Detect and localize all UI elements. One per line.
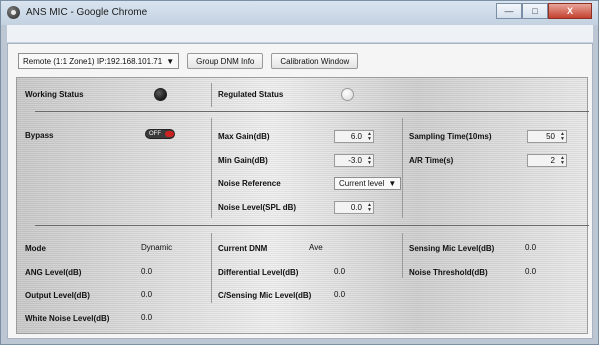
bypass-toggle-knob <box>165 131 174 137</box>
output-level-value: 0.0 <box>141 290 153 299</box>
working-status-led <box>154 88 167 101</box>
noise-threshold-label: Noise Threshold(dB) <box>409 268 488 277</box>
bypass-toggle[interactable]: OFF <box>145 129 175 139</box>
sensing-mic-level-value: 0.0 <box>525 243 537 252</box>
noise-level-spinbox[interactable]: 0.0 ▲ ▼ <box>334 201 374 214</box>
spin-down-icon[interactable]: ▼ <box>560 136 565 142</box>
noise-level-label: Noise Level(SPL dB) <box>218 203 297 212</box>
min-gain-label: Min Gain(dB) <box>218 156 268 165</box>
noise-threshold-value: 0.0 <box>525 267 537 276</box>
chevron-down-icon: ▼ <box>388 179 397 188</box>
readouts-divider-left <box>211 233 212 303</box>
calibration-window-button[interactable]: Calibration Window <box>271 53 359 69</box>
browser-strip <box>7 25 593 43</box>
ang-level-value: 0.0 <box>141 267 153 276</box>
page-content: Remote (1:1 Zone1) IP:192.168.101.71 ▼ G… <box>7 43 593 339</box>
differential-level-value: 0.0 <box>334 267 346 276</box>
ar-time-value: 2 <box>550 156 555 165</box>
readouts-divider-right <box>402 233 403 278</box>
current-dnm-label: Current DNM <box>218 244 268 253</box>
close-icon: X <box>566 6 573 16</box>
spin-down-icon[interactable]: ▼ <box>367 207 372 213</box>
noise-reference-dropdown[interactable]: Current level ▼ <box>334 177 402 190</box>
sampling-time-label: Sampling Time(10ms) <box>409 132 492 141</box>
output-level-label: Output Level(dB) <box>25 291 90 300</box>
window-controls: — □ X <box>496 3 592 19</box>
maximize-icon: □ <box>532 6 538 16</box>
sensing-mic-level-label: Sensing Mic Level(dB) <box>409 244 495 253</box>
c-sensing-mic-level-label: C/Sensing Mic Level(dB) <box>218 291 312 300</box>
chevron-down-icon: ▼ <box>166 56 175 66</box>
noise-reference-value: Current level <box>339 179 385 188</box>
device-select[interactable]: Remote (1:1 Zone1) IP:192.168.101.71 ▼ <box>18 53 180 69</box>
minimize-button[interactable]: — <box>496 3 522 19</box>
regulated-status-label: Regulated Status <box>218 90 284 99</box>
bypass-label: Bypass <box>25 131 54 140</box>
settings-divider-left <box>211 118 212 218</box>
white-noise-level-value: 0.0 <box>141 313 153 322</box>
mode-value: Dynamic <box>141 243 173 252</box>
noise-reference-label: Noise Reference <box>218 179 281 188</box>
group-dnm-info-button[interactable]: Group DNM Info <box>187 53 264 69</box>
current-dnm-value: Ave <box>309 243 323 252</box>
device-select-value: Remote (1:1 Zone1) IP:192.168.101.71 <box>23 56 163 66</box>
max-gain-value: 6.0 <box>350 132 362 141</box>
title-bar[interactable]: ANS MIC - Google Chrome — □ X <box>1 1 598 25</box>
spin-down-icon[interactable]: ▼ <box>560 160 565 166</box>
settings-divider-right <box>402 118 403 218</box>
max-gain-spinbox[interactable]: 6.0 ▲ ▼ <box>334 130 374 143</box>
c-sensing-mic-level-value: 0.0 <box>334 290 346 299</box>
max-gain-label: Max Gain(dB) <box>218 132 270 141</box>
sampling-time-value: 50 <box>546 132 555 141</box>
section-divider-bottom <box>35 225 589 226</box>
ans-mic-panel: Working Status Regulated Status Bypass O… <box>16 77 589 334</box>
window-title: ANS MIC - Google Chrome <box>26 7 148 18</box>
top-toolbar: Remote (1:1 Zone1) IP:192.168.101.71 ▼ G… <box>18 53 359 69</box>
spin-down-icon[interactable]: ▼ <box>367 160 372 166</box>
ar-time-spinbox[interactable]: 2 ▲ ▼ <box>527 154 567 167</box>
browser-window: ANS MIC - Google Chrome — □ X Remote (1:… <box>0 0 599 345</box>
sampling-time-spinbox[interactable]: 50 ▲ ▼ <box>527 130 567 143</box>
differential-level-label: Differential Level(dB) <box>218 268 299 277</box>
spin-down-icon[interactable]: ▼ <box>367 136 372 142</box>
mode-label: Mode <box>25 244 46 253</box>
section-divider-top <box>35 111 589 112</box>
maximize-button[interactable]: □ <box>522 3 548 19</box>
min-gain-spinbox[interactable]: -3.0 ▲ ▼ <box>334 154 374 167</box>
min-gain-value: -3.0 <box>348 156 362 165</box>
minimize-icon: — <box>504 6 514 16</box>
chrome-icon <box>7 6 20 19</box>
noise-level-spin-arrows[interactable]: ▲ ▼ <box>366 202 373 213</box>
white-noise-level-label: White Noise Level(dB) <box>25 314 110 323</box>
status-divider <box>211 83 212 107</box>
min-gain-spin-arrows[interactable]: ▲ ▼ <box>366 155 373 166</box>
noise-level-value: 0.0 <box>350 203 362 212</box>
ar-time-label: A/R Time(s) <box>409 156 454 165</box>
ar-time-spin-arrows[interactable]: ▲ ▼ <box>559 155 566 166</box>
working-status-label: Working Status <box>25 90 84 99</box>
regulated-status-led <box>341 88 354 101</box>
max-gain-spin-arrows[interactable]: ▲ ▼ <box>366 131 373 142</box>
ang-level-label: ANG Level(dB) <box>25 268 82 277</box>
sampling-time-spin-arrows[interactable]: ▲ ▼ <box>559 131 566 142</box>
bypass-toggle-text: OFF <box>149 131 161 137</box>
close-button[interactable]: X <box>548 3 592 19</box>
